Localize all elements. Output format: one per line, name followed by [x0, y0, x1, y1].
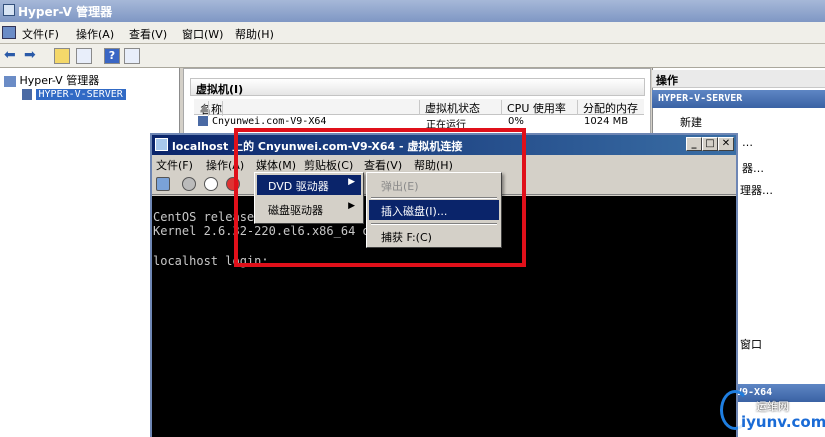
show-tree-icon[interactable]	[76, 48, 92, 64]
tree-root-label: Hyper-V 管理器	[19, 74, 100, 87]
outer-menu-bar: 文件(F) 操作(A) 查看(V) 窗口(W) 帮助(H)	[0, 22, 825, 44]
vm-section-header[interactable]: 虚拟机(I)	[190, 78, 645, 96]
forward-arrow-icon[interactable]: ➡	[24, 48, 40, 64]
action-item-4[interactable]: 理器…	[740, 182, 773, 198]
up-folder-icon[interactable]	[54, 48, 70, 64]
actions-server-header[interactable]: HYPER-V-SERVER	[652, 90, 825, 108]
vm-icon	[198, 116, 208, 126]
action-pane-icon[interactable]	[124, 48, 140, 64]
server-icon	[22, 88, 32, 100]
action-new-window[interactable]: 窗口	[740, 336, 762, 352]
col-cpu[interactable]: CPU 使用率	[504, 100, 578, 115]
menu-help[interactable]: 帮助(H)	[235, 26, 274, 42]
watermark-sub: 运维网	[756, 400, 789, 413]
app-menu-icon[interactable]	[2, 26, 16, 39]
action-item-3[interactable]: 器…	[742, 160, 764, 176]
red-highlight-box	[234, 128, 526, 267]
hyperv-manager-icon	[3, 4, 15, 16]
tree-root[interactable]: Hyper-V 管理器	[4, 72, 99, 88]
maximize-button[interactable]: □	[702, 137, 718, 151]
start-icon[interactable]	[182, 177, 196, 191]
col-name[interactable]: 名称 ▲	[194, 100, 420, 116]
vm-memory: 1024 MB	[584, 116, 629, 127]
outer-title: Hyper-V 管理器	[18, 5, 113, 19]
vm-name: Cnyunwei.com-V9-X64	[212, 116, 327, 127]
menu-action[interactable]: 操作(A)	[76, 26, 114, 42]
watermark-main: iyunv.com	[738, 413, 825, 431]
action-new[interactable]: 新建	[680, 114, 702, 130]
tree-server-label: HYPER-V-SERVER	[35, 89, 126, 100]
vm-table-header: 名称 ▲ 虚拟机状态 CPU 使用率 分配的内存	[194, 99, 644, 116]
help-icon[interactable]: ?	[104, 48, 120, 64]
vm-window-icon	[155, 138, 168, 151]
actions-title: 操作	[652, 70, 825, 88]
sort-up-icon: ▲	[197, 101, 210, 116]
ctrl-alt-del-icon[interactable]	[156, 177, 170, 191]
minimize-button[interactable]: _	[686, 137, 702, 151]
hyperv-icon	[4, 75, 16, 87]
watermark: 运维网 iyunv.com	[720, 386, 825, 437]
tree-server-node[interactable]: HYPER-V-SERVER	[22, 87, 126, 100]
vm-cpu: 0%	[508, 116, 524, 127]
outer-toolbar: ⬅ ➡ ?	[0, 44, 825, 68]
vm-menu-file[interactable]: 文件(F)	[156, 157, 193, 173]
close-button[interactable]: ✕	[718, 137, 734, 151]
back-arrow-icon[interactable]: ⬅	[4, 48, 20, 64]
col-memory[interactable]: 分配的内存	[580, 100, 644, 115]
menu-file[interactable]: 文件(F)	[22, 26, 59, 42]
action-item-2[interactable]: …	[742, 136, 753, 149]
outer-title-bar: Hyper-V 管理器	[0, 0, 825, 22]
col-state[interactable]: 虚拟机状态	[422, 100, 502, 115]
menu-view[interactable]: 查看(V)	[129, 26, 167, 42]
menu-window[interactable]: 窗口(W)	[182, 26, 223, 42]
turn-off-icon[interactable]	[204, 177, 218, 191]
